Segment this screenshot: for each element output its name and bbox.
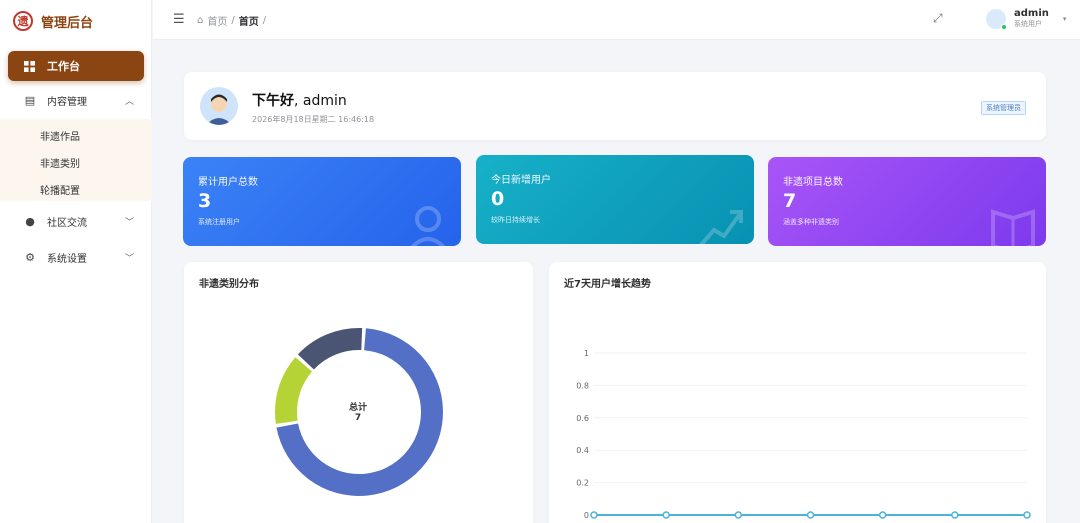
data-point[interactable]	[590, 511, 598, 519]
sidebar-item-categories[interactable]: 非遗类别	[40, 155, 80, 170]
breadcrumb-home[interactable]: 首页	[207, 13, 227, 28]
chat-icon: ●	[25, 214, 35, 228]
grid-icon	[24, 60, 35, 72]
sidebar-item-dashboard[interactable]: 工作台	[8, 51, 144, 81]
breadcrumb-separator: /	[231, 15, 235, 26]
gear-icon: ⚙	[25, 250, 35, 264]
data-point[interactable]	[734, 511, 743, 519]
welcome-card: 下午好, admin 2026年8月18日星期二 16:46:18 系统管理员	[184, 72, 1046, 140]
donut-center: 总计 7	[349, 403, 367, 423]
stat-label: 今日新增用户	[491, 175, 551, 186]
current-datetime: 2026年8月18日星期二 16:46:18	[252, 115, 375, 124]
y-tick-label: 0.2	[576, 479, 589, 488]
stat-desc: 涵盖多种非遗类别	[783, 218, 839, 226]
y-tick-label: 0.8	[576, 381, 589, 390]
menu-collapse-icon[interactable]: ☰	[173, 12, 185, 27]
y-tick-label: 0	[584, 511, 589, 520]
user-menu[interactable]: admin 系统用户 ▾	[986, 8, 1067, 30]
breadcrumb-separator: /	[262, 15, 267, 26]
y-tick-label: 0.6	[576, 414, 589, 423]
greeting: 下午好, admin	[252, 90, 347, 110]
sidebar-item-carousel[interactable]: 轮播配置	[40, 182, 80, 197]
breadcrumb-current: 首页	[238, 17, 259, 28]
data-point[interactable]	[951, 511, 959, 519]
stat-card-new-users: 今日新增用户 0 较昨日持续增长	[476, 155, 754, 244]
donut-chart	[275, 328, 443, 497]
breadcrumb: ⌂ 首页 / 首页 /	[197, 13, 266, 28]
stat-value: 0	[491, 188, 505, 210]
chevron-up-icon: ︿	[124, 96, 134, 107]
stat-value: 3	[198, 190, 212, 212]
book-icon	[991, 209, 1035, 246]
sidebar-group-community[interactable]: ● 社区交流 ﹀	[0, 209, 152, 233]
stat-card-heritage-projects: 非遗项目总数 7 涵盖多种非遗类别	[768, 157, 1046, 246]
data-point[interactable]	[1023, 511, 1031, 519]
user-icon	[410, 206, 446, 246]
greeting-name: , admin	[294, 93, 347, 109]
sidebar-group-label: 系统设置	[47, 253, 87, 265]
line-chart: 0 0.2 0.4 0.6 0.8 1	[576, 349, 1031, 520]
topbar: ☰ ⌂ 首页 / 首页 / ⤢ admin 系统用户 ▾	[153, 0, 1080, 40]
avatar	[986, 8, 1007, 30]
category-distribution-panel: 非遗类别分布 总计 7	[184, 262, 533, 523]
data-point[interactable]	[878, 511, 887, 519]
donut-center-label: 总计	[349, 403, 368, 413]
home-icon: ⌂	[197, 15, 204, 26]
sidebar-group-settings[interactable]: ⚙ 系统设置 ﹀	[0, 245, 152, 269]
user-role: 系统用户	[1014, 20, 1042, 28]
panel-title: 非遗类别分布	[199, 279, 259, 290]
sidebar-item-label: 工作台	[47, 60, 80, 73]
sidebar-group-content[interactable]: ▤ 内容管理 ︿	[0, 88, 152, 112]
panel-title: 近7天用户增长趋势	[564, 279, 651, 290]
stat-desc: 系统注册用户	[198, 218, 240, 226]
fullscreen-icon[interactable]: ⤢	[933, 11, 943, 26]
document-icon: ▤	[24, 93, 36, 107]
stat-card-total-users: 累计用户总数 3 系统注册用户	[183, 157, 461, 246]
sidebar: 遗 管理后台 工作台 ▤ 内容管理 ︿ 非遗作品 非遗类别 轮播配置 ● 社区交…	[0, 0, 152, 523]
role-badge: 系统管理员	[981, 101, 1026, 115]
online-status-dot	[1001, 23, 1007, 30]
chevron-down-icon: ﹀	[124, 217, 134, 228]
avatar	[200, 87, 238, 125]
donut-slice-1[interactable]	[275, 357, 313, 424]
trend-icon	[699, 210, 743, 244]
data-point[interactable]	[806, 511, 815, 519]
stat-label: 非遗项目总数	[783, 177, 843, 188]
submenu-content: 非遗作品 非遗类别 轮播配置	[0, 119, 152, 201]
caret-down-icon: ▾	[1062, 14, 1067, 23]
donut-slice-2[interactable]	[297, 328, 363, 370]
greeting-text: 下午好	[252, 93, 294, 109]
sidebar-item-works[interactable]: 非遗作品	[40, 128, 80, 143]
stat-value: 7	[783, 190, 797, 212]
brand-title: 管理后台	[41, 15, 94, 31]
user-growth-panel: 0 0.2 0.4 0.6 0.8 1 近7天用户增长趋势	[549, 262, 1046, 523]
stat-label: 累计用户总数	[198, 177, 258, 188]
brand-logo-icon: 遗	[13, 11, 33, 31]
sidebar-group-label: 内容管理	[47, 96, 87, 108]
user-name: admin	[1014, 8, 1049, 19]
sidebar-group-label: 社区交流	[47, 217, 87, 229]
data-point[interactable]	[662, 511, 670, 519]
y-tick-label: 0.4	[576, 446, 589, 455]
donut-center-value: 7	[354, 413, 362, 423]
stat-desc: 较昨日持续增长	[491, 216, 540, 224]
y-tick-label: 1	[584, 349, 589, 358]
chevron-down-icon: ﹀	[124, 253, 134, 264]
brand[interactable]: 遗 管理后台	[0, 0, 151, 42]
